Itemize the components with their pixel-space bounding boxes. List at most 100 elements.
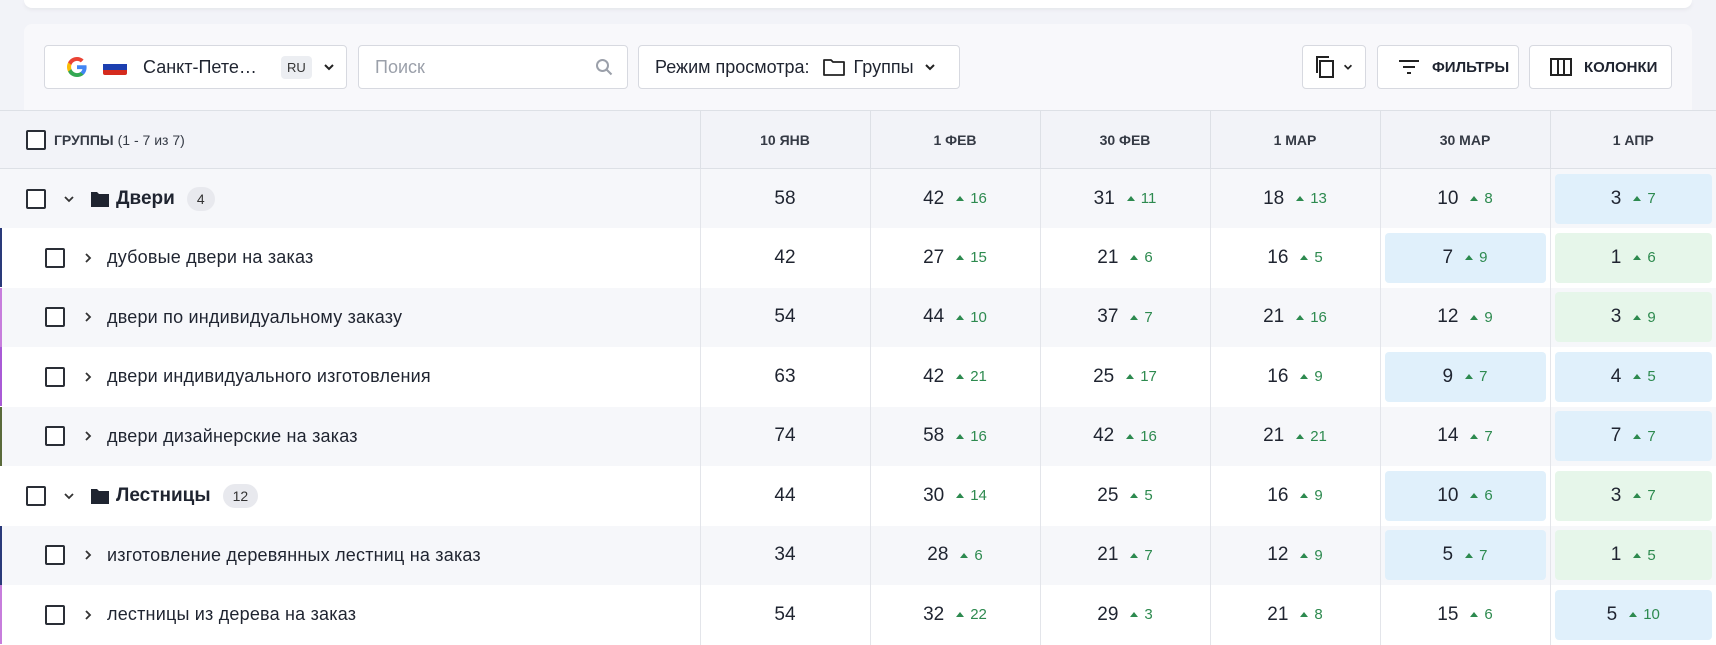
group-name[interactable]: Лестницы bbox=[116, 485, 211, 507]
row-name-wrap: двери по индивидуальному заказу bbox=[0, 287, 700, 347]
chevron-right-icon[interactable] bbox=[81, 251, 95, 265]
header-date[interactable]: 30 ФЕВ bbox=[1039, 110, 1210, 169]
google-icon bbox=[67, 57, 87, 77]
position-value: 29 bbox=[1097, 603, 1119, 625]
keyword-name[interactable]: двери дизайнерские на заказ bbox=[107, 426, 358, 447]
keyword-name[interactable]: лестницы из дерева на заказ bbox=[107, 604, 356, 625]
row-checkbox[interactable] bbox=[45, 426, 65, 447]
header-date[interactable]: 1 АПР bbox=[1549, 110, 1716, 169]
row-checkbox[interactable] bbox=[45, 545, 65, 566]
position-value-box: 14 7 bbox=[1385, 411, 1546, 461]
position-change: 10 bbox=[1629, 606, 1660, 623]
chevron-down-icon[interactable] bbox=[62, 489, 76, 503]
chevron-right-icon[interactable] bbox=[81, 310, 95, 324]
position-cell: 16 9 bbox=[1209, 347, 1380, 407]
keyword-row[interactable]: двери дизайнерские на заказ 74 58 16 42 16 21 2… bbox=[0, 406, 1716, 466]
position-cell: 97 bbox=[1379, 347, 1550, 407]
arrow-up-icon bbox=[1633, 255, 1642, 261]
keyword-row[interactable]: лестницы из дерева на заказ 54 32 22 29 3 21 8 1… bbox=[0, 585, 1716, 645]
position-change: 15 bbox=[956, 249, 987, 266]
select-all-checkbox[interactable] bbox=[26, 129, 46, 150]
folder-icon bbox=[91, 488, 109, 504]
position-cell: 79 bbox=[1379, 228, 1550, 288]
search-field[interactable] bbox=[358, 45, 628, 89]
arrow-up-icon bbox=[1130, 612, 1139, 618]
arrow-up-icon bbox=[956, 493, 965, 499]
position-value: 25 bbox=[1097, 484, 1119, 506]
position-change-value: 14 bbox=[970, 487, 987, 505]
position-value: 28 bbox=[927, 544, 949, 566]
chevron-right-icon[interactable] bbox=[81, 548, 95, 562]
keyword-name[interactable]: двери индивидуального изготовления bbox=[107, 366, 431, 387]
position-change: 9 bbox=[1300, 547, 1323, 564]
header-date[interactable]: 30 МАР bbox=[1379, 110, 1550, 169]
position-cell: 29 3 bbox=[1039, 585, 1210, 645]
position-value: 58 bbox=[774, 187, 796, 209]
position-cell: 58 bbox=[699, 168, 870, 228]
arrow-up-icon bbox=[1633, 196, 1642, 201]
arrow-up-icon bbox=[1470, 433, 1479, 439]
position-change-value: 6 bbox=[1647, 249, 1656, 267]
chevron-right-icon[interactable] bbox=[81, 608, 95, 622]
chevron-right-icon[interactable] bbox=[81, 370, 95, 384]
position-change: 6 bbox=[960, 547, 983, 564]
search-input[interactable] bbox=[375, 56, 585, 78]
position-value-box: 45 bbox=[1554, 351, 1712, 402]
view-mode-select[interactable]: Режим просмотра: Группы bbox=[638, 45, 960, 89]
copy-button[interactable] bbox=[1302, 45, 1366, 89]
position-value-box: 29 3 bbox=[1045, 590, 1206, 640]
region-selector[interactable]: Санкт-Пете… RU bbox=[44, 45, 347, 89]
row-checkbox[interactable] bbox=[26, 188, 46, 209]
position-value: 21 bbox=[1263, 425, 1285, 447]
keyword-row[interactable]: дубовые двери на заказ 42 27 15 21 6 16 5 7 9 1 6 bbox=[0, 228, 1716, 288]
chevron-right-icon[interactable] bbox=[81, 429, 95, 443]
filters-button[interactable]: ФИЛЬТРЫ bbox=[1377, 45, 1519, 89]
group-name[interactable]: Двери bbox=[116, 188, 175, 210]
folder-icon bbox=[91, 191, 109, 207]
arrow-up-icon bbox=[1126, 433, 1135, 439]
position-cell: 45 bbox=[1549, 347, 1716, 407]
position-value-box: 25 5 bbox=[1045, 471, 1206, 521]
position-value-box: 16 9 bbox=[1215, 471, 1376, 521]
search-icon[interactable] bbox=[595, 58, 613, 76]
position-value: 5 bbox=[1606, 603, 1618, 625]
keyword-name[interactable]: изготовление деревянных лестниц на заказ bbox=[107, 545, 481, 566]
columns-button[interactable]: КОЛОНКИ bbox=[1529, 45, 1672, 89]
arrow-up-icon bbox=[956, 314, 965, 320]
position-value: 12 bbox=[1267, 544, 1289, 566]
row-checkbox[interactable] bbox=[45, 366, 65, 387]
arrow-up-icon bbox=[956, 612, 965, 618]
position-change: 21 bbox=[1296, 428, 1327, 445]
row-color-marker bbox=[0, 347, 2, 407]
position-value-box: 16 9 bbox=[1215, 352, 1376, 402]
row-checkbox[interactable] bbox=[26, 485, 46, 506]
position-value: 42 bbox=[1093, 425, 1115, 447]
position-cell: 44 bbox=[699, 466, 870, 526]
keyword-name[interactable]: двери по индивидуальному заказу bbox=[107, 307, 402, 328]
header-groups-label: ГРУППЫ bbox=[54, 131, 114, 148]
position-change-value: 10 bbox=[1643, 606, 1660, 624]
position-change-value: 7 bbox=[1479, 368, 1488, 386]
group-row[interactable]: Двери 4 58 42 16 31 11 18 13 10 8 3 7 bbox=[0, 168, 1716, 228]
position-cell: 14 7 bbox=[1379, 406, 1550, 466]
header-date[interactable]: 1 МАР bbox=[1209, 110, 1380, 169]
header-date[interactable]: 10 ЯНВ bbox=[699, 110, 870, 169]
keyword-name[interactable]: дубовые двери на заказ bbox=[107, 247, 313, 268]
keyword-row[interactable]: двери по индивидуальному заказу 54 44 10 37 7… bbox=[0, 287, 1716, 347]
row-checkbox[interactable] bbox=[45, 307, 65, 328]
chevron-down-icon[interactable] bbox=[62, 192, 76, 206]
header-date[interactable]: 1 ФЕВ bbox=[869, 110, 1040, 169]
position-change: 7 bbox=[1130, 547, 1153, 564]
keyword-row[interactable]: изготовление деревянных лестниц на заказ… bbox=[0, 525, 1716, 585]
row-name-wrap: Двери 4 bbox=[0, 169, 700, 228]
row-checkbox[interactable] bbox=[45, 247, 65, 268]
row-checkbox[interactable] bbox=[45, 604, 65, 625]
position-change-value: 7 bbox=[1647, 427, 1656, 445]
position-value: 31 bbox=[1093, 187, 1115, 209]
group-row[interactable]: Лестницы 12 44 30 14 25 5 16 9 10 6 3 7 bbox=[0, 466, 1716, 526]
keyword-row[interactable]: двери индивидуального изготовления 63 42 21… bbox=[0, 347, 1716, 407]
position-value: 16 bbox=[1267, 365, 1289, 387]
position-change-value: 8 bbox=[1314, 606, 1323, 624]
position-change-value: 6 bbox=[1484, 606, 1493, 624]
position-cell: 16 9 bbox=[1209, 466, 1380, 526]
